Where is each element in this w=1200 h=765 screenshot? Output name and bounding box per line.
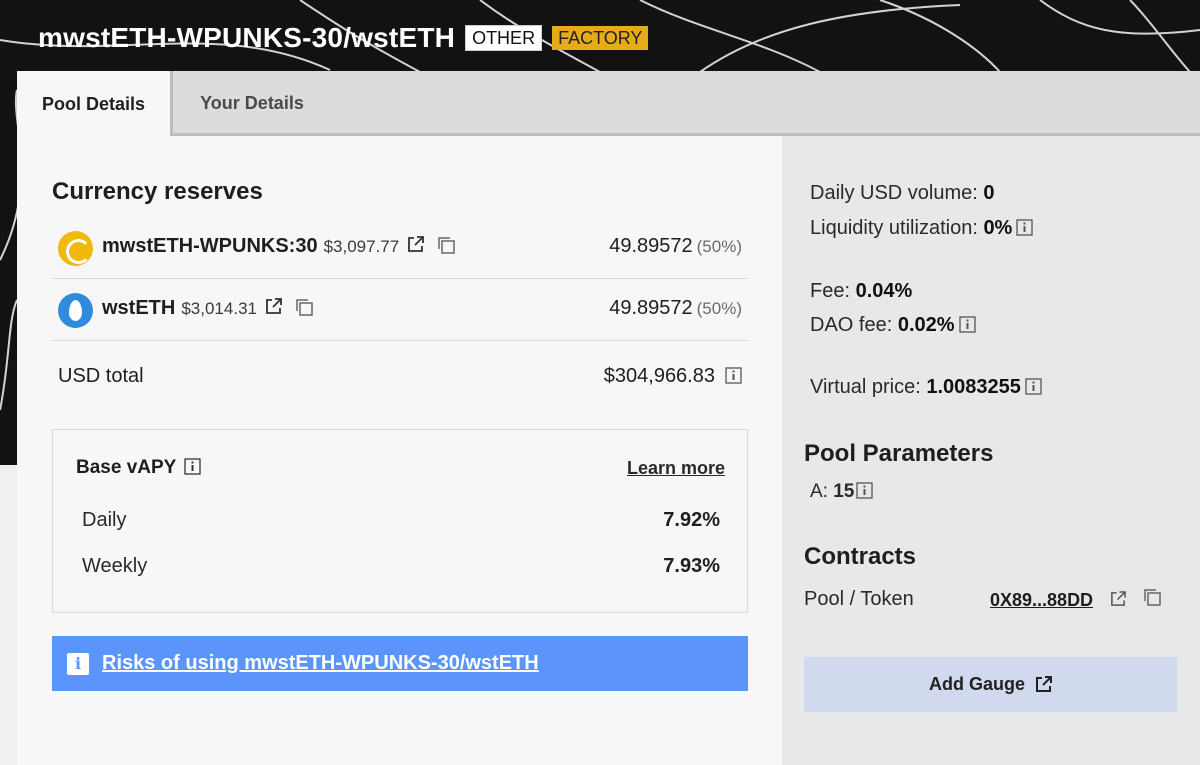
info-icon[interactable]	[856, 482, 874, 499]
param-a: A: 15	[810, 481, 874, 503]
tab-pool-details[interactable]: Pool Details	[17, 71, 173, 137]
coin-amount-value: 49.89572	[609, 235, 693, 257]
stat-label: DAO fee:	[810, 314, 893, 336]
stat-label: Liquidity utilization:	[810, 217, 978, 239]
usd-total: $304,966.83	[604, 365, 742, 388]
coin-name: mwstETH-WPUNKS:30	[102, 235, 318, 257]
stat-value: 0%	[983, 217, 1013, 239]
stat-value: 0.02%	[897, 314, 955, 336]
virtual-price: Virtual price: 1.0083255	[810, 376, 1042, 399]
usd-total-label: USD total	[58, 365, 144, 387]
risks-link[interactable]: Risks of using mwstETH-WPUNKS-30/wstETH	[102, 652, 539, 675]
pool-card: Pool Details Your Details Currency reser…	[17, 71, 1200, 765]
pool-stats-panel: Daily USD volume: 0 Liquidity utilizatio…	[782, 136, 1200, 765]
daily-usd-volume: Daily USD volume: 0	[810, 182, 995, 205]
stat-label: Fee:	[810, 280, 851, 302]
coin-name: wstETH	[102, 297, 176, 319]
coin-amount: 49.89572 (50%)	[609, 235, 742, 258]
badge-factory: FACTORY	[552, 26, 649, 50]
stat-value: 0.04%	[855, 280, 913, 302]
currency-reserves-title: Currency reserves	[52, 178, 263, 205]
pool-details-panel: Currency reserves mwstETH-WPUNKS:30 $3,09…	[17, 136, 782, 765]
pool-header: mwstETH-WPUNKS-30/wstETH OTHER FACTORY	[38, 16, 649, 60]
external-link-icon[interactable]	[265, 298, 282, 315]
fee: Fee: 0.04%	[810, 280, 912, 303]
param-label: A:	[810, 481, 828, 502]
coin-price: $3,097.77	[323, 237, 400, 256]
stat-value: 0	[983, 182, 995, 204]
tab-your-details[interactable]: Your Details	[176, 71, 328, 136]
info-icon[interactable]	[1025, 378, 1042, 395]
coin-percent: (50%)	[696, 237, 742, 256]
copy-icon[interactable]	[1142, 587, 1162, 607]
page-title: mwstETH-WPUNKS-30/wstETH	[38, 22, 456, 53]
info-icon[interactable]	[958, 316, 976, 333]
copy-icon[interactable]	[436, 235, 456, 255]
info-icon[interactable]	[1016, 219, 1033, 236]
external-link-icon	[1036, 676, 1052, 692]
coin-amount: 49.89572 (50%)	[609, 297, 742, 320]
wsteth-coin-icon	[58, 293, 93, 328]
badge-other: OTHER	[465, 25, 543, 51]
coin-row: mwstETH-WPUNKS:30 $3,097.77 49.89572 (50%)	[52, 217, 748, 279]
tab-bar: Pool Details Your Details	[17, 71, 1200, 137]
dao-fee: DAO fee: 0.02%	[810, 314, 976, 337]
coin-price: $3,014.31	[181, 299, 257, 318]
contracts-title: Contracts	[804, 543, 917, 570]
param-value: 15	[833, 481, 855, 502]
external-link-icon[interactable]	[1110, 591, 1126, 607]
contract-label: Pool / Token	[804, 588, 914, 610]
add-gauge-button[interactable]: Add Gauge	[804, 657, 1177, 712]
apy-value: 7.93%	[663, 555, 720, 577]
base-vapy-title: Base vAPY	[76, 457, 201, 479]
stat-label: Daily USD volume:	[810, 182, 978, 204]
info-icon[interactable]	[184, 458, 201, 475]
stat-value: 1.0083255	[926, 376, 1021, 398]
coin-label: mwstETH-WPUNKS:30 $3,097.77	[102, 235, 456, 258]
coin-amount-value: 49.89572	[609, 297, 693, 319]
usd-total-row: USD total $304,966.83	[52, 341, 748, 403]
usd-total-value: $304,966.83	[603, 365, 715, 387]
external-link-icon[interactable]	[407, 236, 425, 253]
info-icon: i	[67, 652, 89, 675]
coin-label: wstETH $3,014.31	[102, 297, 314, 320]
apy-label: Daily	[82, 509, 127, 531]
apy-row-weekly: Weekly 7.93%	[82, 555, 720, 578]
contract-address-link[interactable]: 0X89...88DD	[990, 590, 1093, 611]
risks-banner: i Risks of using mwstETH-WPUNKS-30/wstET…	[52, 636, 748, 691]
info-icon[interactable]	[725, 367, 742, 384]
coin-percent: (50%)	[696, 299, 742, 318]
copy-icon[interactable]	[294, 297, 314, 317]
add-gauge-label: Add Gauge	[928, 674, 1025, 694]
apy-value: 7.92%	[663, 509, 720, 531]
mwsteth-coin-icon	[58, 231, 93, 266]
base-vapy-label: Base vAPY	[76, 457, 177, 478]
pool-parameters-title: Pool Parameters	[804, 440, 994, 467]
learn-more-link[interactable]: Learn more	[627, 458, 725, 479]
liquidity-utilization: Liquidity utilization: 0%	[810, 217, 1033, 240]
coin-row: wstETH $3,014.31 49.89572 (50%)	[52, 279, 748, 341]
base-vapy-box: Base vAPY Learn more Daily 7.92% Weekly …	[52, 429, 748, 613]
stat-label: Virtual price:	[810, 376, 921, 398]
apy-label: Weekly	[82, 555, 148, 577]
apy-row-daily: Daily 7.92%	[82, 509, 720, 532]
